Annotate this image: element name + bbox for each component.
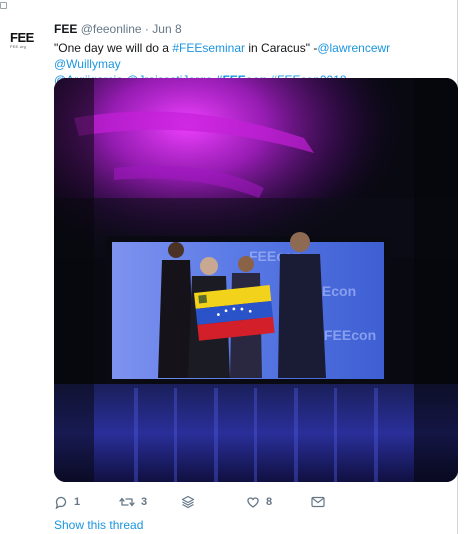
mention-link[interactable]: @lawrencewr <box>317 41 390 55</box>
retweet-icon <box>119 495 135 509</box>
hashtag-link[interactable]: #FEEseminar <box>172 41 245 55</box>
retweet-count: 3 <box>141 496 148 508</box>
tweet-actions: 1 3 8 <box>54 493 354 511</box>
tweet-date[interactable]: Jun 8 <box>152 22 181 36</box>
avatar-logo-sub: FEE.org <box>10 44 27 49</box>
avatar-logo: FEE <box>10 30 34 45</box>
retweet-button[interactable]: 3 <box>119 493 147 511</box>
direct-message-button[interactable] <box>311 493 325 511</box>
tweet-embed-frame: FEE FEE.org FEE @feeonline · Jun 8 "One … <box>0 0 469 534</box>
reply-count: 1 <box>74 496 81 508</box>
layers-icon <box>181 495 195 509</box>
mention-link[interactable]: @Wuillymay <box>54 57 121 71</box>
text-segment: in Caracus" - <box>245 41 318 55</box>
text-segment: "One day we will do a <box>54 41 173 55</box>
separator-dot: · <box>144 22 149 36</box>
like-count: 8 <box>266 496 273 508</box>
stage-photo-illustration: FEEcon FEEcon FEEcon <box>54 78 458 482</box>
tweet-header: FEE @feeonline · Jun 8 <box>54 22 182 37</box>
tweet-card: FEE FEE.org FEE @feeonline · Jun 8 "One … <box>0 0 458 534</box>
reply-button[interactable]: 1 <box>54 493 80 511</box>
tweet-photo[interactable]: FEEcon FEEcon FEEcon <box>54 78 458 482</box>
like-button[interactable]: 8 <box>246 493 272 511</box>
reply-icon <box>54 495 68 509</box>
avatar[interactable]: FEE FEE.org <box>10 31 40 53</box>
heart-icon <box>246 495 260 509</box>
stack-button[interactable] <box>181 493 195 511</box>
screen-logo-text: FEEcon <box>324 327 376 343</box>
envelope-icon <box>311 496 325 508</box>
show-thread-link[interactable]: Show this thread <box>54 518 143 532</box>
author-name[interactable]: FEE <box>54 22 77 36</box>
author-handle[interactable]: @feeonline <box>81 22 142 36</box>
